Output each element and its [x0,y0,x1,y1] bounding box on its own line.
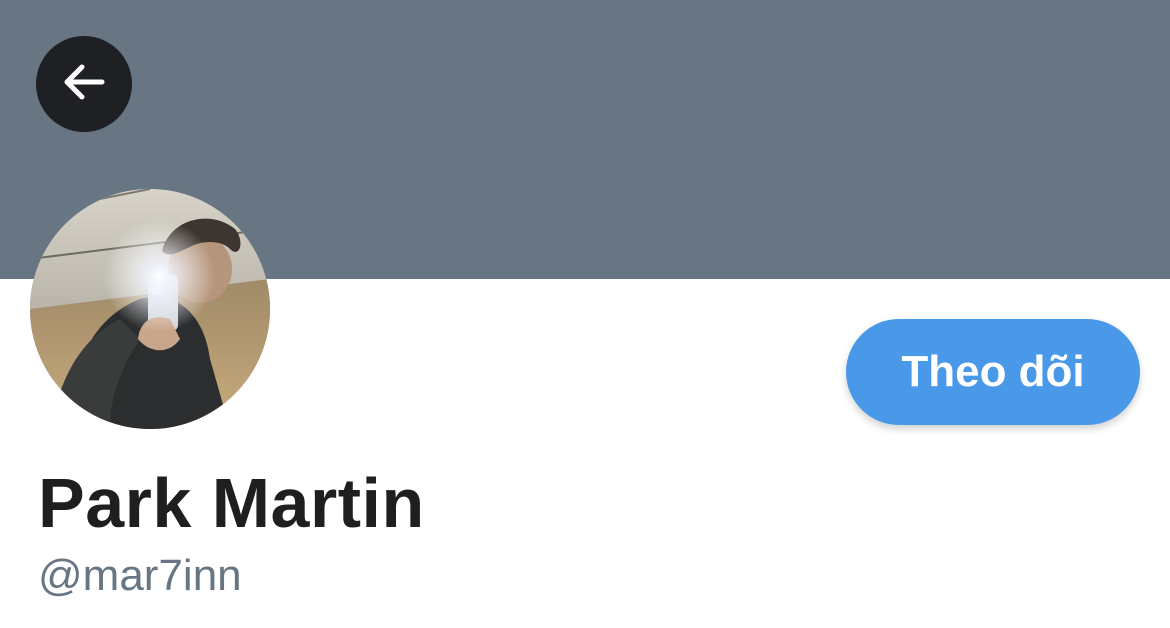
display-name: Park Martin [38,464,425,542]
follow-button[interactable]: Theo dõi [846,319,1140,425]
avatar[interactable] [30,189,270,429]
back-button[interactable] [36,36,132,132]
arrow-left-icon [58,56,110,113]
profile-page: Theo dõi Park Martin @mar7inn [0,0,1170,628]
username: @mar7inn [38,551,242,600]
